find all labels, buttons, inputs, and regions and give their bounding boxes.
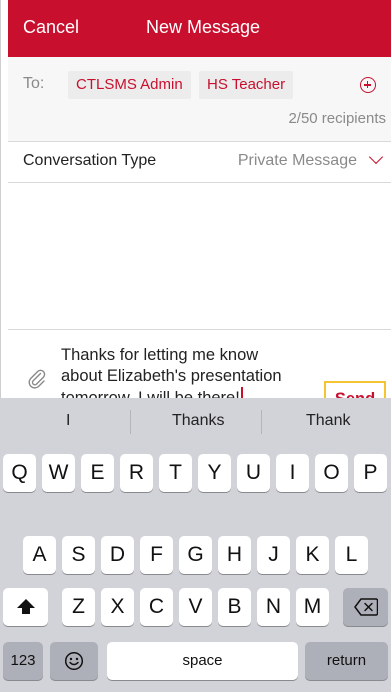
message-line: Thanks for letting me know xyxy=(61,346,259,364)
key[interactable]: W xyxy=(42,454,75,492)
key[interactable]: L xyxy=(335,536,368,574)
keyboard: I Thanks Thank Q W E R T Y U I O P A S D… xyxy=(0,398,391,692)
suggestion-bar: I Thanks Thank xyxy=(0,398,391,445)
suggestion-divider xyxy=(261,410,262,434)
recipients-row: To: CTLSMS Admin HS Teacher 2/50 recipie… xyxy=(8,57,391,141)
page-title: New Message xyxy=(146,17,261,37)
recipient-chip[interactable]: CTLSMS Admin xyxy=(68,71,191,99)
key[interactable]: N xyxy=(257,588,290,626)
backspace-icon xyxy=(353,598,378,616)
key[interactable]: D xyxy=(101,536,134,574)
suggestion-item[interactable]: I xyxy=(66,412,70,430)
key[interactable]: F xyxy=(140,536,173,574)
to-label: To: xyxy=(23,75,45,92)
suggestion-item[interactable]: Thanks xyxy=(172,412,224,430)
key[interactable]: J xyxy=(257,536,290,574)
shift-key[interactable] xyxy=(3,588,48,626)
return-key[interactable]: return xyxy=(305,642,388,680)
add-recipient-icon[interactable] xyxy=(360,77,376,93)
key[interactable]: U xyxy=(237,454,270,492)
key[interactable]: P xyxy=(354,454,387,492)
key[interactable]: K xyxy=(296,536,329,574)
message-thread-area xyxy=(8,183,391,329)
numbers-key[interactable]: 123 xyxy=(3,642,43,680)
suggestion-item[interactable]: Thank xyxy=(306,412,350,430)
key[interactable]: C xyxy=(140,588,173,626)
cancel-button[interactable]: Cancel xyxy=(23,17,79,38)
key[interactable]: O xyxy=(315,454,348,492)
shift-icon xyxy=(16,599,35,614)
message-line: about Elizabeth's presentation xyxy=(61,367,282,385)
key[interactable]: H xyxy=(218,536,251,574)
key[interactable]: E xyxy=(81,454,114,492)
key[interactable]: S xyxy=(62,536,95,574)
emoji-key[interactable] xyxy=(50,642,98,680)
key[interactable]: Z xyxy=(62,588,95,626)
suggestion-divider xyxy=(130,410,131,434)
key[interactable]: B xyxy=(218,588,251,626)
key[interactable]: R xyxy=(120,454,153,492)
key[interactable]: T xyxy=(159,454,192,492)
key[interactable]: Y xyxy=(198,454,231,492)
conversation-type-label: Conversation Type xyxy=(23,152,157,169)
recipient-chip[interactable]: HS Teacher xyxy=(199,71,294,99)
key[interactable]: G xyxy=(179,536,212,574)
key[interactable]: M xyxy=(296,588,329,626)
emoji-icon xyxy=(64,651,84,671)
conversation-type-value[interactable]: Private Message xyxy=(238,152,357,170)
key[interactable]: Q xyxy=(3,454,36,492)
key[interactable]: V xyxy=(179,588,212,626)
recipient-count: 2/50 recipients xyxy=(288,110,386,127)
conversation-type-row[interactable]: Conversation Type Private Message xyxy=(8,142,391,182)
key[interactable]: I xyxy=(276,454,309,492)
key[interactable]: X xyxy=(101,588,134,626)
key[interactable]: A xyxy=(23,536,56,574)
backspace-key[interactable] xyxy=(343,588,388,626)
paperclip-icon[interactable] xyxy=(28,367,46,389)
chevron-down-icon[interactable] xyxy=(368,149,384,165)
navigation-header: Cancel New Message xyxy=(8,0,391,57)
space-key[interactable]: space xyxy=(107,642,298,680)
